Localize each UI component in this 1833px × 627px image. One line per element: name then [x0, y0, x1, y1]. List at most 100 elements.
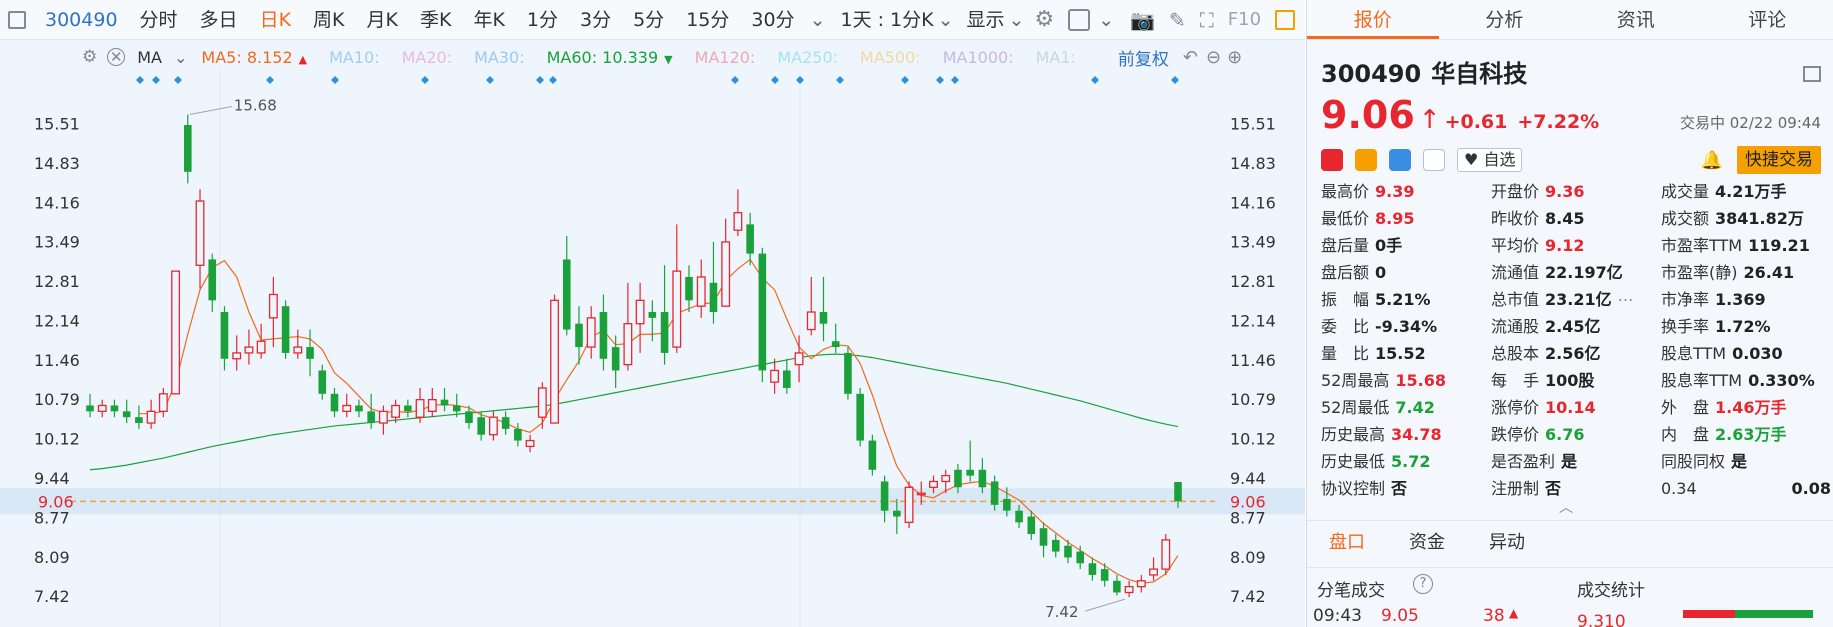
- tab-30min[interactable]: 30分: [740, 0, 805, 40]
- up-arrow-icon: ↑: [1418, 105, 1441, 135]
- candle-body: [306, 347, 314, 359]
- tab-yuek[interactable]: 月K: [356, 0, 409, 40]
- gear-icon[interactable]: ⚙: [82, 47, 97, 67]
- candle-body: [648, 312, 657, 318]
- candle-body: [1076, 551, 1084, 564]
- sidebar-toggle-icon[interactable]: [8, 10, 26, 29]
- candle-body: [268, 293, 278, 319]
- ma-chevron-icon[interactable]: ⌄: [174, 48, 187, 67]
- interval-select[interactable]: 1天 : 1分K: [829, 0, 935, 40]
- quote-cell: 流通值 22.197亿: [1491, 259, 1661, 286]
- event-marker-icon: [1171, 76, 1179, 84]
- quote-cell: 跌停价 6.76: [1491, 421, 1661, 448]
- more-periods-chevron-icon[interactable]: ⌄: [806, 0, 830, 40]
- candle-body: [122, 411, 131, 418]
- undo-icon[interactable]: ↶: [1183, 47, 1198, 68]
- tab-fenshi[interactable]: 分时: [129, 0, 189, 40]
- chevron-down-icon[interactable]: ⌄: [1098, 9, 1114, 31]
- help-icon[interactable]: ?: [1413, 574, 1433, 594]
- quote-cell: 外 盘 1.46万手: [1661, 394, 1831, 421]
- ma-item[interactable]: MA60: 10.339 ▼: [547, 48, 673, 67]
- candlestick-chart[interactable]: 15.51 14.83 14.16 13.49 12.81 12.14 11.46 10.79…: [0, 70, 1305, 627]
- note-icon[interactable]: [1423, 149, 1445, 171]
- bell-icon[interactable]: 🔔: [1701, 150, 1723, 171]
- tab-news[interactable]: 资讯: [1570, 0, 1702, 39]
- tab-zijin[interactable]: 资金: [1409, 528, 1445, 554]
- tab-1min[interactable]: 1分: [516, 0, 569, 40]
- tag-icon[interactable]: [1389, 149, 1411, 171]
- panel-toggle-icon[interactable]: [1275, 9, 1296, 30]
- ma-item[interactable]: MA120:: [695, 48, 756, 67]
- ma-item[interactable]: MA500:: [860, 48, 921, 67]
- tab-pankou[interactable]: 盘口: [1329, 528, 1365, 554]
- quote-value: 8.95: [1375, 209, 1415, 228]
- tab-duori[interactable]: 多日: [189, 0, 249, 40]
- quote-value: 1.369: [1715, 290, 1766, 309]
- display-menu[interactable]: 显示: [956, 0, 1007, 40]
- grid-lines: [0, 70, 1305, 627]
- close-icon[interactable]: ✕: [107, 48, 126, 66]
- fullscreen-icon[interactable]: ⛶: [1200, 8, 1214, 32]
- tab-jik[interactable]: 季K: [409, 0, 462, 40]
- layout-icon[interactable]: [1803, 66, 1821, 82]
- tab-zhouk[interactable]: 周K: [302, 0, 355, 40]
- quote-value: 2.56亿: [1545, 344, 1601, 363]
- pencil-icon[interactable]: ✎: [1169, 8, 1186, 32]
- ma-item[interactable]: MA1000:: [943, 48, 1014, 67]
- tab-3min[interactable]: 3分: [569, 0, 622, 40]
- candle-body: [86, 405, 94, 412]
- gear-icon[interactable]: ⚙: [1034, 7, 1054, 32]
- current-price: 9.06: [1321, 93, 1415, 137]
- collapse-chevron-icon[interactable]: ︿: [1559, 497, 1573, 517]
- restore-button[interactable]: 前复权: [1118, 45, 1169, 70]
- tab-rik[interactable]: 日K: [249, 0, 302, 40]
- zoom-in-icon[interactable]: ⊕: [1227, 47, 1242, 68]
- add-watchlist-button[interactable]: ♥ 自选: [1457, 148, 1523, 172]
- y-tick-label: 8.09: [34, 548, 70, 567]
- tick-volume: 38: [1483, 606, 1505, 626]
- y-tick-label: 12.81: [34, 272, 80, 291]
- zoom-out-icon[interactable]: ⊖: [1206, 47, 1221, 68]
- candle-body: [844, 352, 852, 394]
- quote-label: 涨停价: [1491, 398, 1540, 417]
- y-tick-label: 7.42: [34, 587, 70, 606]
- quick-trade-button[interactable]: 快捷交易: [1737, 146, 1821, 174]
- ma-item[interactable]: MA10:: [329, 48, 380, 67]
- quote-label: 流通股: [1491, 317, 1540, 336]
- interval-chevron-icon[interactable]: ⌄: [936, 0, 956, 40]
- quote-value: 3841.82万: [1715, 209, 1804, 228]
- tab-niank[interactable]: 年K: [462, 0, 515, 40]
- quote-label: 市净率: [1661, 290, 1710, 309]
- candle-body: [208, 259, 217, 301]
- f10-button[interactable]: F10: [1228, 9, 1261, 30]
- ma-item[interactable]: MA250:: [777, 48, 838, 67]
- quote-label: 换手率: [1661, 317, 1710, 336]
- quote-label: 流通值: [1491, 263, 1540, 282]
- candle-body: [220, 312, 229, 359]
- quote-value: 是: [1731, 452, 1748, 471]
- candle-body: [635, 299, 645, 325]
- ma-item[interactable]: MA1:: [1036, 48, 1076, 67]
- y-tick-label: 9.44: [34, 469, 70, 488]
- ma-item[interactable]: MA30:: [474, 48, 525, 67]
- tab-analysis[interactable]: 分析: [1439, 0, 1571, 39]
- ma-item[interactable]: MA20:: [402, 48, 453, 67]
- candle-body: [488, 416, 498, 436]
- quote-cell: 最高价 9.39: [1321, 178, 1491, 205]
- tab-comments[interactable]: 评论: [1702, 0, 1833, 39]
- ma-item[interactable]: MA5: 8.152 ▲: [201, 48, 307, 67]
- candle-body: [1088, 563, 1097, 575]
- tab-5min[interactable]: 5分: [622, 0, 675, 40]
- tab-15min[interactable]: 15分: [675, 0, 740, 40]
- camera-icon[interactable]: 📷: [1130, 8, 1155, 32]
- quote-value: 6.76: [1545, 425, 1585, 444]
- tab-yidong[interactable]: 异动: [1489, 528, 1525, 554]
- more-icon[interactable]: ⋯: [1618, 286, 1634, 313]
- quote-cell: 52周最高 15.68: [1321, 367, 1491, 394]
- display-chevron-icon[interactable]: ⌄: [1007, 0, 1027, 40]
- chart-panel: 300490 分时 多日 日K 周K 月K 季K 年K 1分 3分 5分 15分…: [0, 0, 1305, 627]
- tab-quote[interactable]: 报价: [1307, 0, 1439, 39]
- square-icon[interactable]: [1068, 8, 1091, 31]
- lightning-icon[interactable]: [1355, 149, 1377, 171]
- flag-icon[interactable]: [1321, 149, 1343, 171]
